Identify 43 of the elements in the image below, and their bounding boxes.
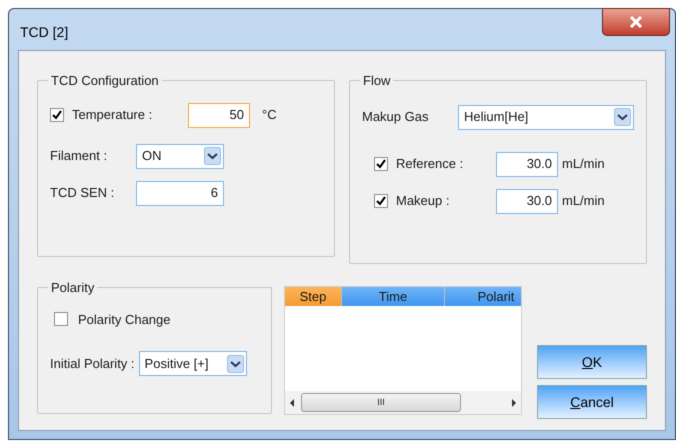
number-field[interactable]: 30.0 [496, 188, 558, 214]
column-header[interactable]: Time [342, 287, 445, 306]
field-label: Makup Gas [362, 108, 430, 126]
unit-label: mL/min [562, 155, 605, 174]
checkmark-icon [52, 110, 62, 120]
checkbox[interactable] [54, 312, 68, 326]
column-header[interactable]: Polarit [445, 287, 521, 306]
group-title: Polarity [50, 279, 96, 297]
number-field[interactable]: 50 [188, 102, 250, 128]
dialog-button[interactable]: Cancel [537, 385, 647, 419]
dialog-button[interactable]: OK [537, 345, 647, 379]
scroll-thumb[interactable]: III [301, 393, 461, 412]
checkbox[interactable] [374, 157, 388, 171]
checkbox[interactable] [50, 108, 64, 122]
column-header[interactable]: Step [285, 287, 342, 306]
group-title: TCD Configuration [50, 72, 160, 90]
dropdown[interactable]: Helium[He] [458, 104, 634, 130]
number-field[interactable]: 6 [136, 180, 224, 206]
field-label: TCD SEN : [50, 184, 116, 202]
chevron-down-icon [204, 147, 221, 165]
chevron-down-icon [614, 108, 631, 126]
field-label: Initial Polarity : [50, 354, 135, 373]
scroll-right-icon [511, 398, 517, 406]
scroll-left-icon [289, 398, 295, 406]
unit-label: mL/min [562, 192, 605, 210]
horizontal-scrollbar[interactable]: III [285, 391, 521, 414]
checkmark-icon [376, 159, 386, 169]
window-title: TCD [2] [20, 23, 68, 42]
close-icon [629, 16, 643, 28]
field-label: Reference : [396, 155, 464, 174]
chevron-down-icon [226, 354, 244, 372]
group-title: Flow [362, 72, 392, 90]
field-label: Makeup : [396, 192, 450, 210]
checkbox[interactable] [374, 194, 388, 208]
checkmark-icon [376, 196, 386, 206]
unit-label: °C [262, 106, 277, 124]
close-button[interactable] [602, 8, 670, 36]
dropdown[interactable]: Positive [+] [138, 351, 247, 376]
number-field[interactable]: 30.0 [496, 152, 558, 176]
field-label: Filament : [50, 147, 108, 166]
field-label: Temperature : [72, 106, 154, 124]
checkbox-label: Polarity Change [78, 310, 170, 329]
dropdown[interactable]: ON [136, 144, 224, 168]
